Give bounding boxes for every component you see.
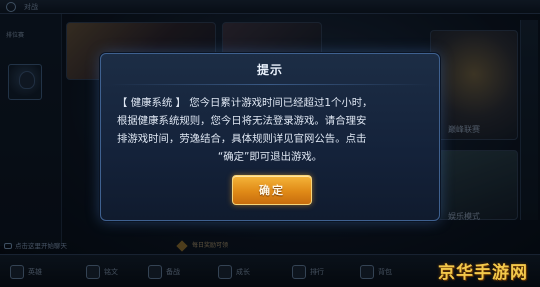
dialog-message-line: “确定”即可退出游戏。 [217, 151, 323, 163]
health-system-dialog: 提示 【 健康系统 】 您今日累计游戏时间已经超过1个小时， 根据健康系统规则，… [100, 53, 440, 221]
dialog-message: 【 健康系统 】 您今日累计游戏时间已经超过1个小时， 根据健康系统规则，您今日… [117, 94, 423, 166]
dialog-title: 提示 [256, 63, 283, 77]
dialog-message-line: 排游戏时间，劳逸结合，具体规则详见官网公告。点击 [117, 133, 367, 145]
site-watermark: 京华手游网 [438, 262, 528, 283]
confirm-button[interactable]: 确定 [232, 175, 312, 205]
dialog-message-line: 【 健康系统 】 您今日累计游戏时间已经超过1个小时， [117, 97, 373, 109]
dialog-message-line: 根据健康系统规则，您今日将无法登录游戏。请合理安 [117, 115, 367, 127]
